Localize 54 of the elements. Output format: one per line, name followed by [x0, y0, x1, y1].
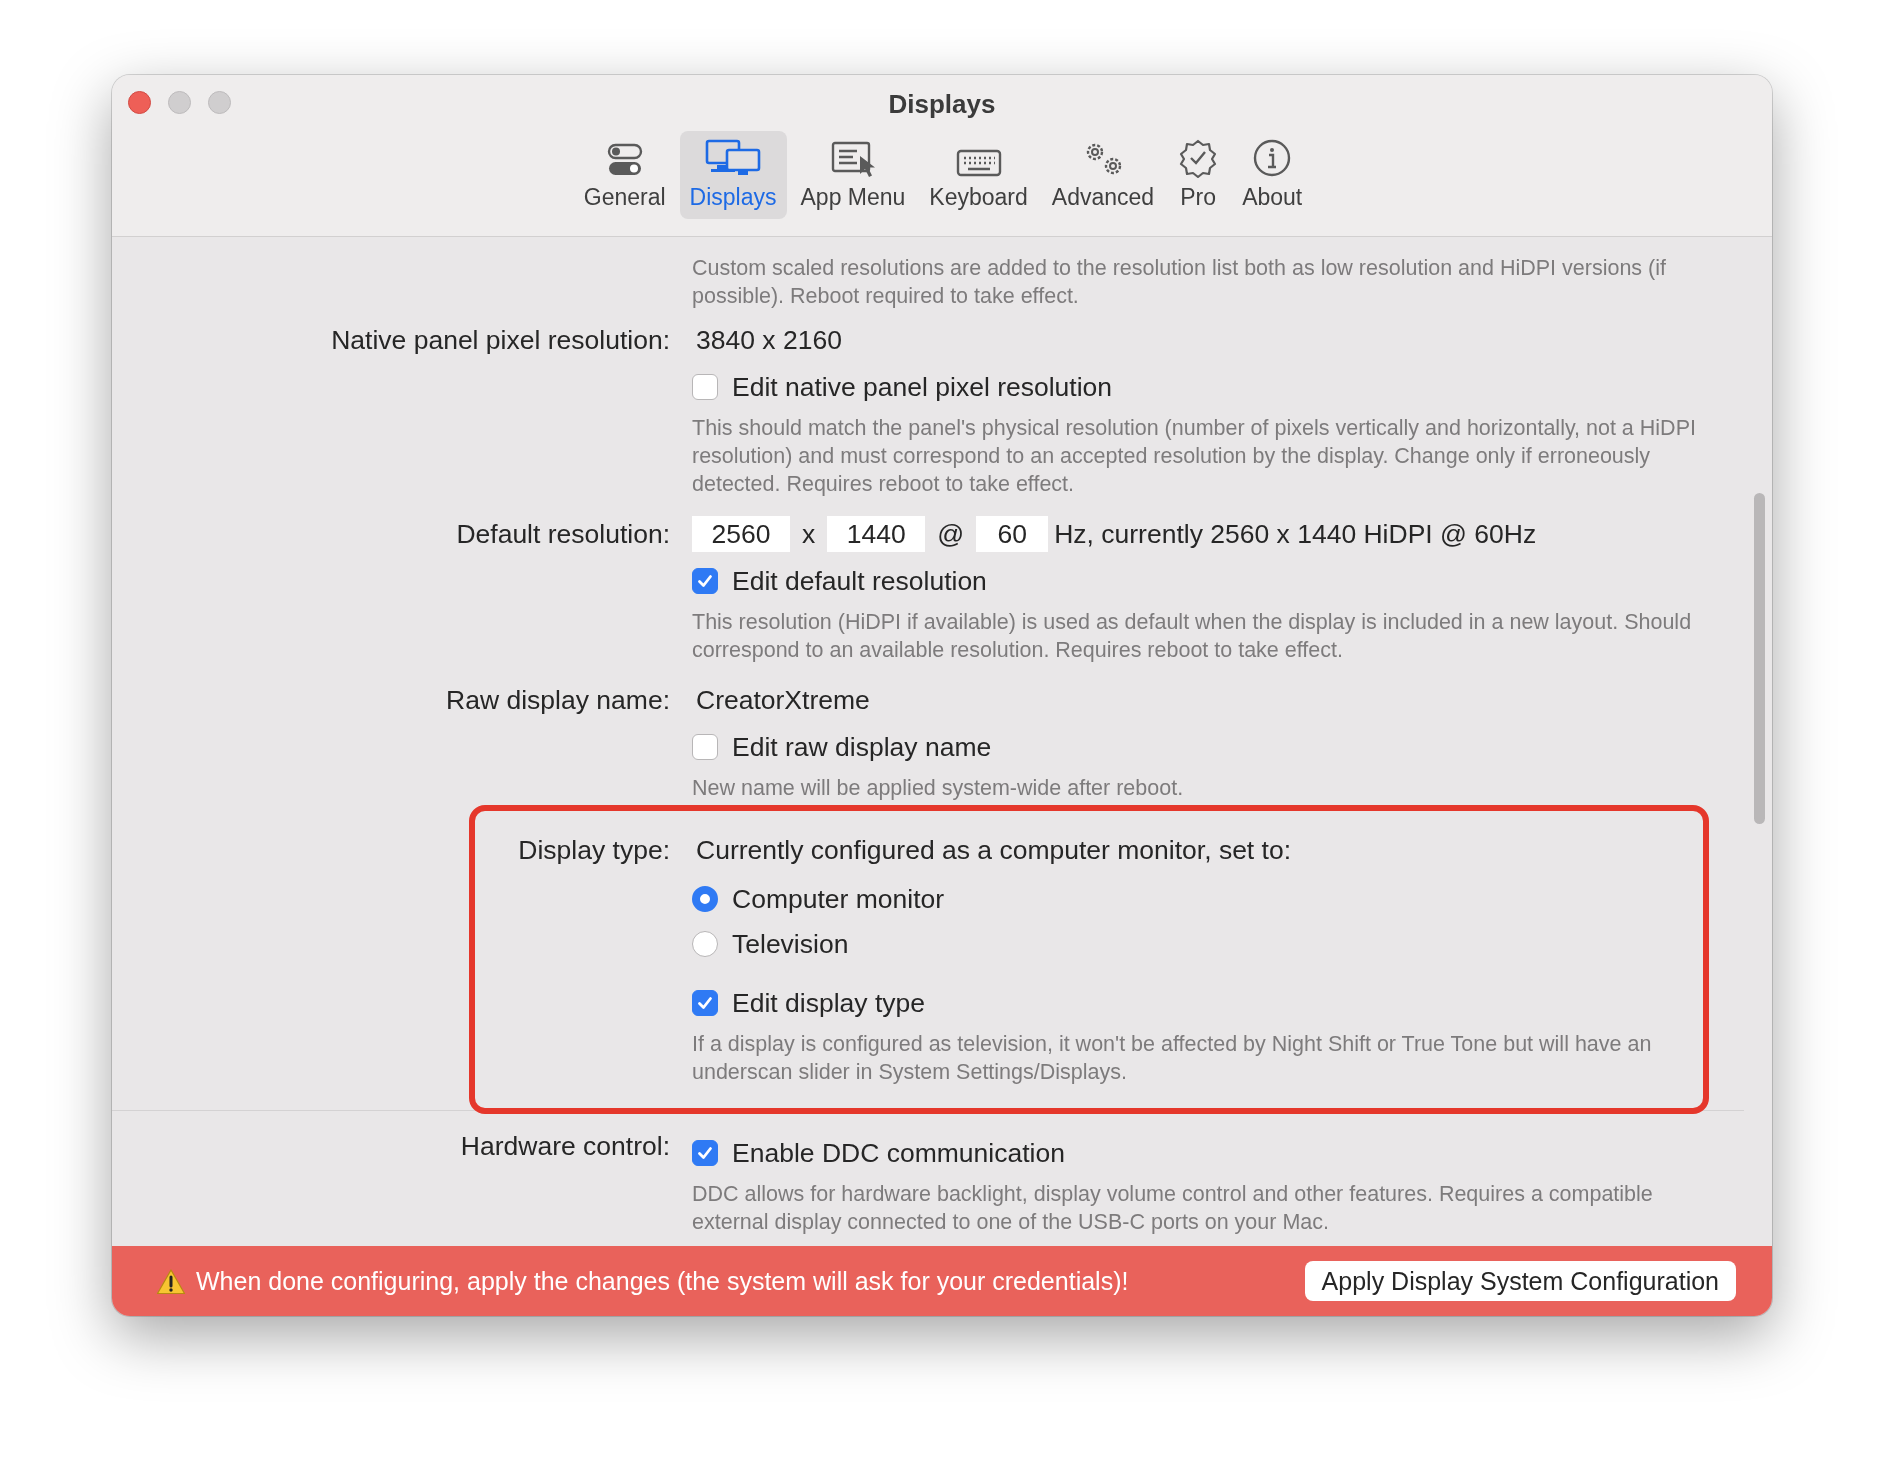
- toolbar-tab[interactable]: Pro: [1168, 131, 1229, 219]
- warning-message: When done configuring, apply the changes (the system will ask for your credentials)!: [196, 1266, 1129, 1296]
- current-resolution-text: Hz, currently 2560 x 1440 HiDPI @ 60Hz: [1054, 518, 1537, 550]
- minimize-button[interactable]: [168, 91, 191, 114]
- radio-button[interactable]: [692, 886, 718, 912]
- help-text: New name will be applied system-wide after reboot.: [692, 775, 1184, 802]
- badge-check-icon: [1178, 138, 1219, 178]
- help-text: This resolution (HiDPI if available) is used as default when the display is included in a new layout. Should correspond to an available resolution. Requires reboot to take effect.: [692, 609, 1693, 664]
- zoom-button[interactable]: [208, 91, 231, 114]
- close-button[interactable]: [128, 91, 151, 114]
- field-label: Hardware control:: [460, 1130, 670, 1163]
- checkbox-label[interactable]: Edit display type: [732, 987, 925, 1019]
- checkbox-label[interactable]: Enable DDC communication: [732, 1137, 1065, 1169]
- toolbar-tab[interactable]: Displays: [679, 131, 787, 219]
- help-text: Custom scaled resolutions are added to the resolution list both as low resolution and HiDPI versions (if possible). Reboot required to take effect.: [692, 255, 1667, 310]
- toolbar-tab[interactable]: App Menu: [790, 131, 916, 219]
- checkbox[interactable]: [692, 568, 718, 594]
- help-text: DDC allows for hardware backlight, display volume control and other features. Requires a compatible external display connected to one of the USB-C ports on your Mac.: [692, 1181, 1654, 1236]
- value-text: Currently configured as a computer monitor, set to:: [695, 834, 1292, 866]
- scrollbar-thumb[interactable]: [1754, 493, 1765, 824]
- checkbox[interactable]: [692, 1140, 718, 1166]
- warning-icon: [156, 1267, 186, 1295]
- checkbox[interactable]: [692, 374, 718, 400]
- checkbox-label[interactable]: Edit default resolution: [732, 565, 987, 597]
- help-text: If a display is configured as television, it won't be affected by Night Shift or True Tone but will have an underscan slider in System Settings/Displays.: [692, 1031, 1653, 1086]
- at-sign: @: [937, 518, 965, 550]
- height-field[interactable]: 1440: [827, 516, 926, 552]
- value-text: CreatorXtreme: [695, 684, 870, 716]
- value-text: 3840 x 2160: [695, 324, 842, 356]
- times-sign: x: [802, 518, 816, 550]
- field-label: Native panel pixel resolution:: [331, 324, 670, 357]
- info-icon: [1252, 138, 1293, 178]
- monitors-icon: [705, 138, 762, 178]
- checkbox[interactable]: [692, 990, 718, 1016]
- checkbox[interactable]: [692, 734, 718, 760]
- apply-button[interactable]: Apply Display System Configuration: [1304, 1261, 1736, 1301]
- menu-cursor-icon: [830, 140, 875, 178]
- checkbox-label[interactable]: Edit native panel pixel resolution: [732, 371, 1113, 403]
- field-label: Display type:: [518, 834, 670, 867]
- field-label: Raw display name:: [446, 684, 670, 717]
- radio-label[interactable]: Computer monitor: [732, 883, 945, 915]
- radio-label[interactable]: Television: [732, 928, 849, 960]
- toolbar-tab[interactable]: Keyboard: [919, 131, 1038, 219]
- toolbar-tab[interactable]: About: [1232, 131, 1313, 219]
- toolbar-tab[interactable]: Advanced: [1041, 131, 1165, 219]
- radio-button[interactable]: [692, 931, 718, 957]
- help-text: This should match the panel's physical resolution (number of pixels vertically and horizontally, not a HiDPI resolution) and must correspond to an accepted resolution by the display. Change only if erroneously detected. Requires reboot to take effect.: [692, 415, 1697, 498]
- checkbox-label[interactable]: Edit raw display name: [732, 731, 992, 763]
- field-label: Default resolution:: [456, 518, 670, 551]
- keyboard-icon: [955, 148, 1002, 178]
- refresh-rate-field[interactable]: 60: [976, 516, 1049, 552]
- toolbar-tab[interactable]: General: [573, 131, 676, 219]
- width-field[interactable]: 2560: [692, 516, 790, 552]
- window-title: Displays: [888, 88, 996, 117]
